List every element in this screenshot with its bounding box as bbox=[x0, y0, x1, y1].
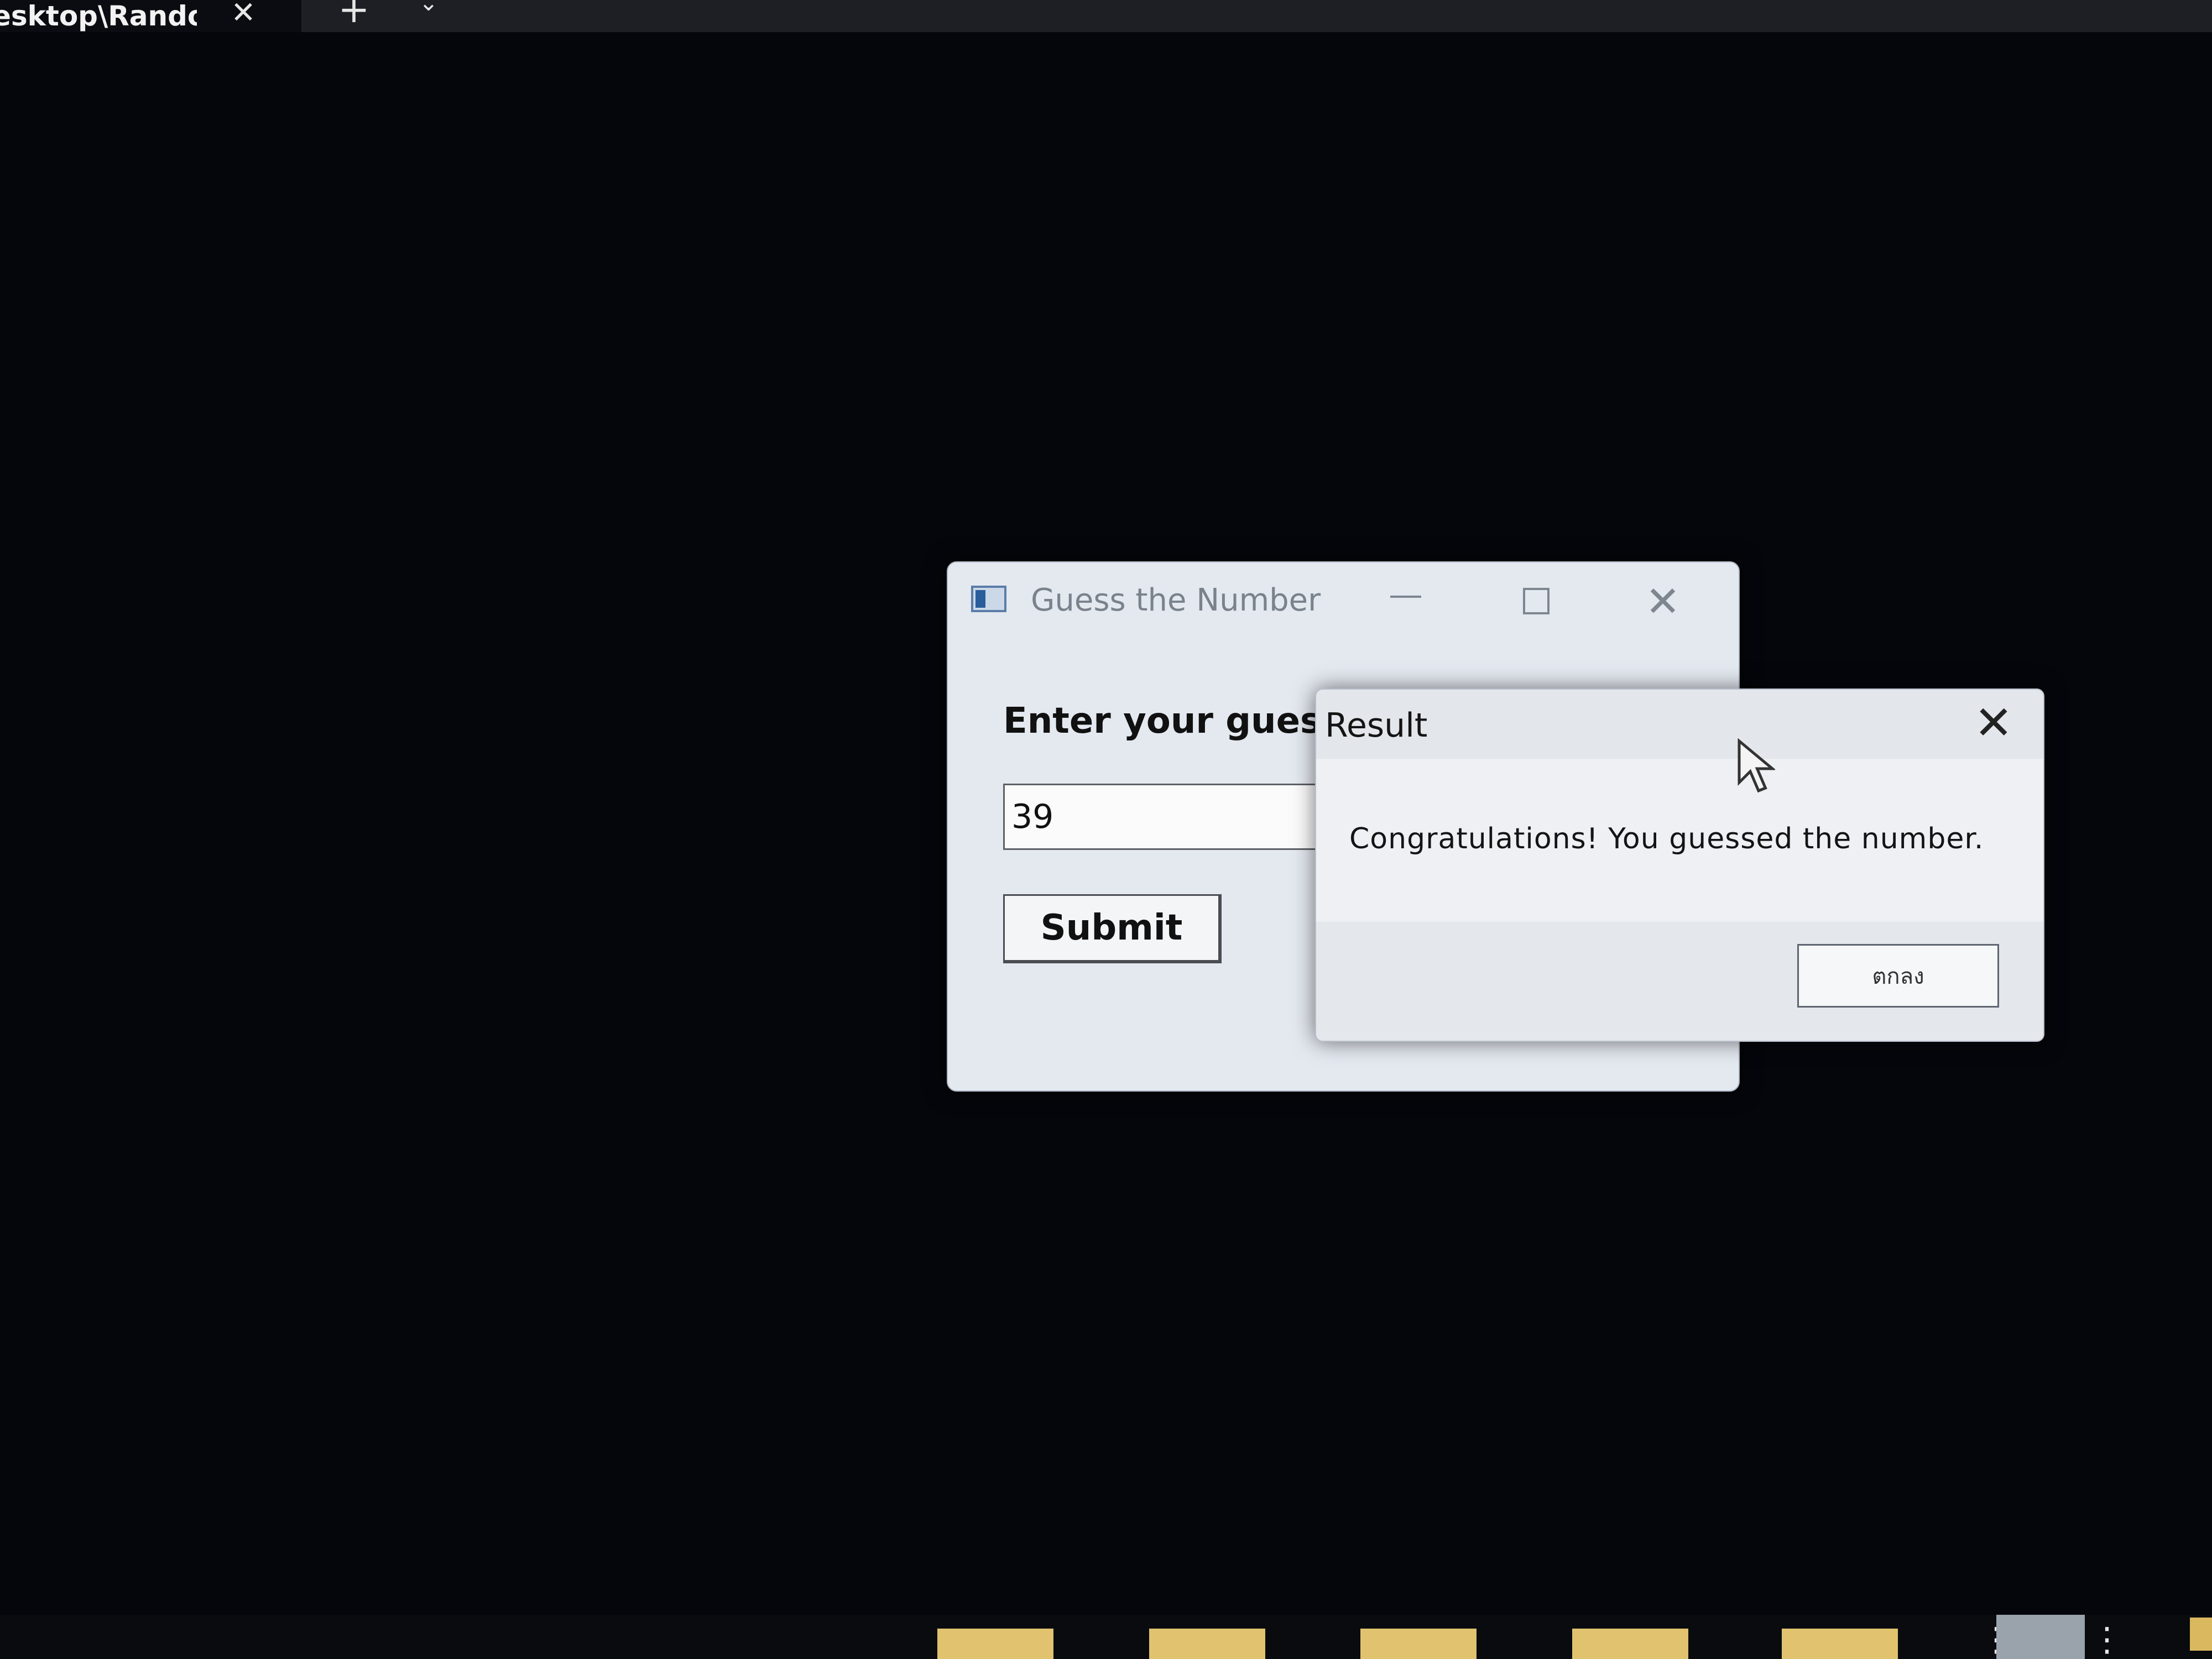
close-icon[interactable]: ✕ bbox=[1644, 581, 1682, 623]
dialog-titlebar[interactable]: Result ✕ bbox=[1316, 690, 2043, 759]
guess-prompt-label: Enter your guess: bbox=[1003, 701, 1357, 742]
terminal-tab-title: esktop\Randoı bbox=[0, 0, 197, 32]
tab-close-icon[interactable]: ✕ bbox=[227, 0, 260, 28]
dialog-title: Result bbox=[1325, 706, 1428, 745]
taskbar-tray[interactable] bbox=[1996, 1615, 2085, 1659]
dialog-message: Congratulations! You guessed the number. bbox=[1349, 822, 1984, 855]
taskbar-app-tile[interactable] bbox=[1782, 1629, 1898, 1659]
result-dialog: Result ✕ Congratulations! You guessed th… bbox=[1315, 688, 2044, 1042]
window-title: Guess the Number bbox=[1031, 582, 1321, 618]
tab-dropdown-icon[interactable]: ⌄ bbox=[412, 0, 445, 17]
minimize-icon[interactable] bbox=[1390, 590, 1421, 601]
window-titlebar[interactable]: Guess the Number ✕ bbox=[948, 562, 1739, 645]
mouse-pointer-icon bbox=[1738, 738, 1775, 793]
taskbar-overflow-icon[interactable] bbox=[2090, 1623, 2098, 1656]
taskbar-app-tile[interactable] bbox=[1572, 1629, 1688, 1659]
new-tab-icon[interactable]: + bbox=[335, 0, 373, 29]
submit-button[interactable]: Submit bbox=[1003, 894, 1222, 963]
taskbar-app-tile[interactable] bbox=[1149, 1629, 1265, 1659]
app-window-icon bbox=[971, 586, 1006, 612]
ok-button[interactable]: ตกลง bbox=[1797, 944, 1999, 1008]
maximize-icon[interactable] bbox=[1523, 588, 1550, 614]
taskbar-app-tile[interactable] bbox=[1360, 1629, 1477, 1659]
terminal-tab[interactable]: esktop\Randoı ✕ bbox=[0, 0, 301, 32]
taskbar-overflow-icon[interactable] bbox=[1980, 1623, 1987, 1656]
dialog-close-icon[interactable]: ✕ bbox=[1971, 700, 2016, 746]
taskbar-app-tile[interactable] bbox=[2190, 1618, 2212, 1651]
taskbar-app-tile[interactable] bbox=[937, 1629, 1053, 1659]
terminal-tab-strip: esktop\Randoı ✕ + ⌄ bbox=[0, 0, 2212, 32]
